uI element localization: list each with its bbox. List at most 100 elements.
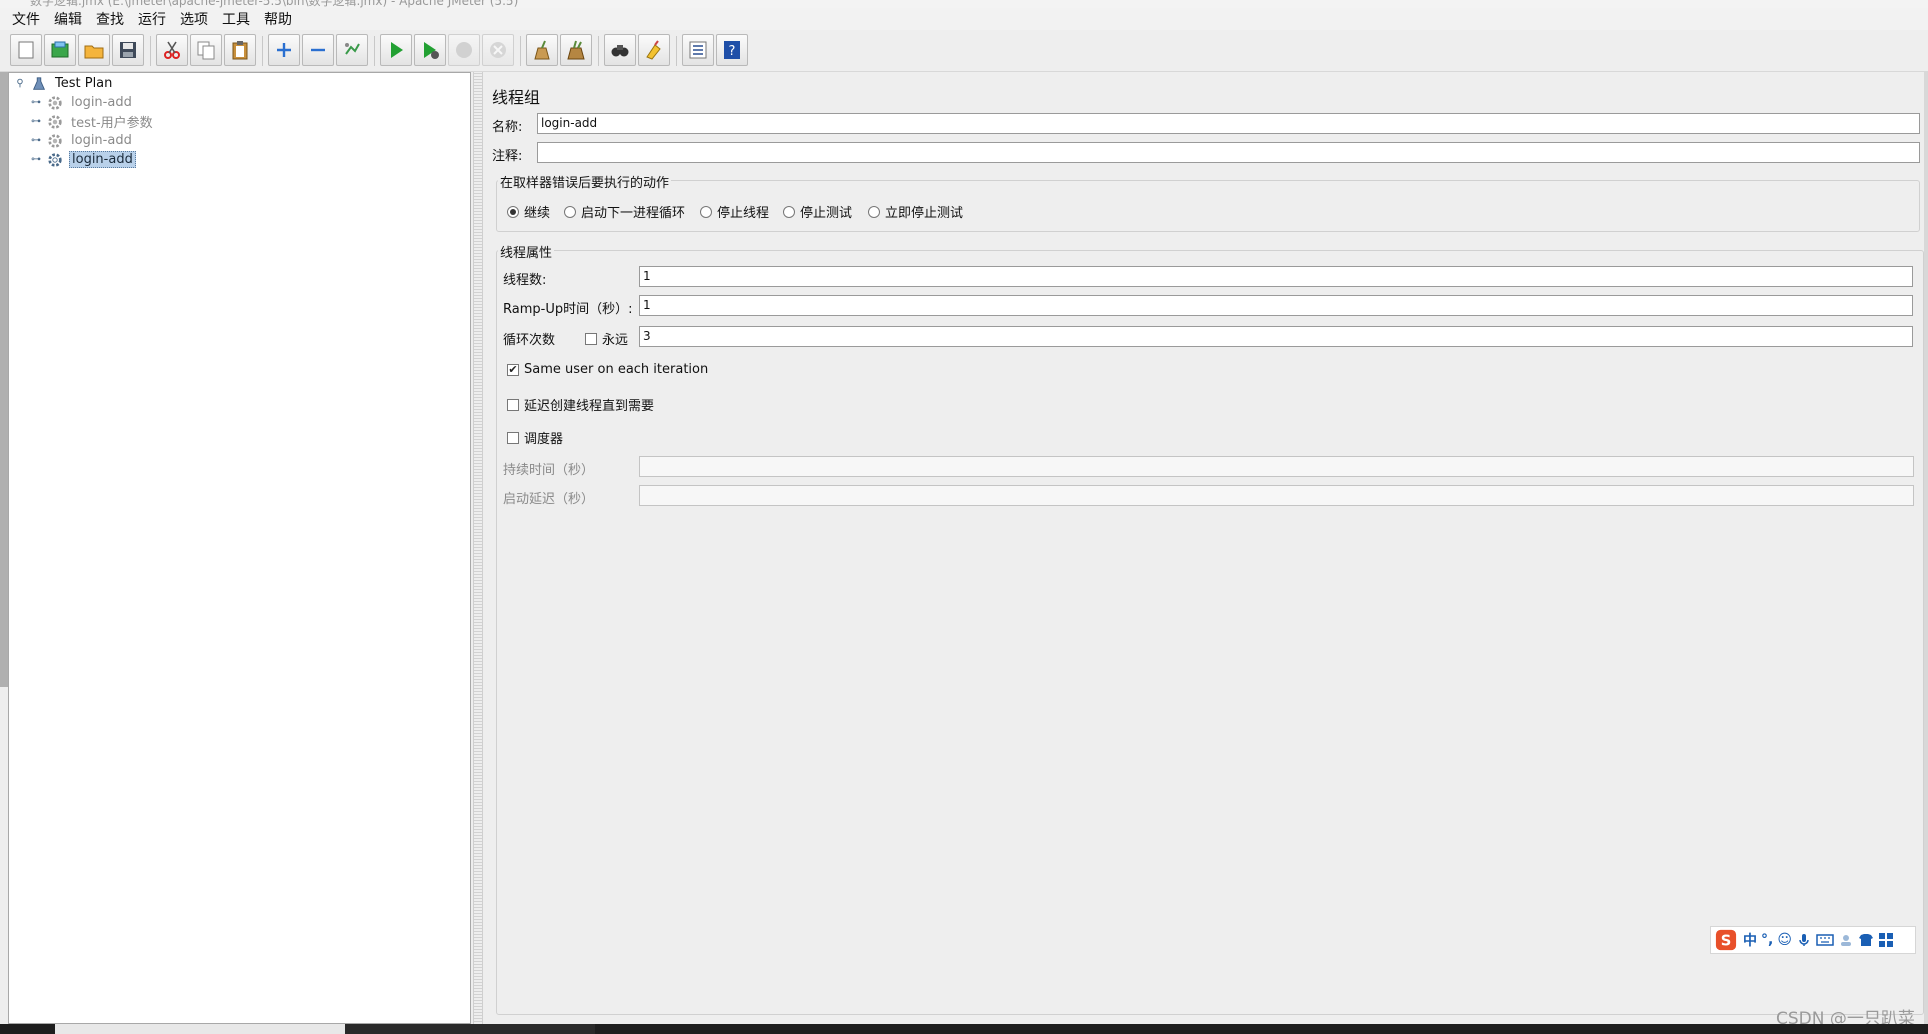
ime-shirt-icon[interactable] [1858, 932, 1874, 948]
tree-collapsed-icon[interactable]: ⊶ [29, 96, 43, 110]
tree-node-thread-group[interactable]: ⊶ test-用户参数 [29, 112, 155, 131]
loop-count-field[interactable]: 3 [639, 326, 1913, 347]
copy-button[interactable] [190, 34, 222, 66]
checkbox-icon [507, 431, 519, 444]
ime-keyboard-icon[interactable] [1816, 933, 1834, 947]
ime-punctuation-icon[interactable]: °, [1761, 932, 1773, 948]
search-icon [611, 45, 629, 57]
clear-all-icon [567, 40, 585, 60]
clear-icon [534, 40, 550, 60]
ime-grid-icon[interactable] [1878, 932, 1894, 948]
radio-icon [700, 205, 712, 218]
new-button[interactable] [10, 34, 42, 66]
menu-help[interactable]: 帮助 [264, 9, 292, 29]
radio-continue[interactable]: 继续 [507, 202, 550, 221]
taskbar-item[interactable] [55, 1024, 345, 1034]
start-button[interactable] [380, 34, 412, 66]
open-icon [84, 45, 104, 59]
tree-node-label: login-add [71, 95, 132, 110]
radio-icon [783, 205, 795, 218]
toggle-icon [345, 43, 360, 55]
checkbox-icon [507, 398, 519, 411]
scheduler-checkbox[interactable]: 调度器 [507, 428, 563, 447]
panel-splitter[interactable] [473, 72, 483, 1024]
toggle-button[interactable] [336, 34, 368, 66]
thread-properties-title: 线程属性 [498, 242, 555, 261]
tree-collapsed-icon[interactable]: ⊶ [29, 115, 43, 129]
menu-search[interactable]: 查找 [96, 9, 124, 29]
tree-expanded-icon[interactable]: ⚲ [13, 77, 27, 91]
rampup-field[interactable]: 1 [639, 295, 1913, 316]
cut-button[interactable] [156, 34, 188, 66]
tree-collapsed-icon[interactable]: ⊶ [29, 134, 43, 148]
menu-edit[interactable]: 编辑 [54, 9, 82, 29]
tree-node-thread-group[interactable]: ⊶ login-add [29, 93, 134, 112]
ime-chinese-mode-icon[interactable]: 中 [1743, 930, 1757, 950]
save-icon [120, 42, 136, 58]
clear-button[interactable] [526, 34, 558, 66]
thread-properties-group [496, 250, 1924, 1015]
menu-bar: 文件 编辑 查找 运行 选项 工具 帮助 [0, 8, 1928, 30]
delay-thread-creation-checkbox[interactable]: 延迟创建线程直到需要 [507, 395, 654, 414]
help-icon: ? [724, 41, 740, 59]
stop-icon [456, 42, 472, 58]
comment-label: 注释: [492, 149, 523, 164]
function-helper-button[interactable] [682, 34, 714, 66]
save-button[interactable] [112, 34, 144, 66]
sogou-logo-icon[interactable]: S [1713, 928, 1739, 952]
templates-button[interactable] [44, 34, 76, 66]
start-no-pause-button[interactable] [414, 34, 446, 66]
threads-field[interactable]: 1 [639, 266, 1913, 287]
menu-file[interactable]: 文件 [12, 9, 40, 29]
same-user-checkbox[interactable]: ✔ Same user on each iteration [507, 362, 708, 377]
toolbar: ? [0, 30, 1928, 72]
radio-stop-thread[interactable]: 停止线程 [700, 202, 769, 221]
window-title-bar: 数字逻辑.jmx (E:\jmeter\apache-jmeter-5.5\bi… [0, 0, 1928, 8]
stop-button[interactable] [448, 34, 480, 66]
menu-run[interactable]: 运行 [138, 9, 166, 29]
forever-checkbox[interactable]: 永远 [585, 329, 628, 348]
tree-node-label: login-add [71, 133, 132, 148]
right-scroll-edge [1924, 72, 1928, 1024]
expand-icon [277, 43, 291, 57]
toolbar-separator [520, 36, 521, 66]
toolbar-separator [150, 36, 151, 66]
tree-node-thread-group[interactable]: ⊶ login-add [29, 131, 134, 150]
clear-all-button[interactable] [560, 34, 592, 66]
tree-collapsed-icon[interactable]: ⊶ [29, 153, 43, 167]
gear-icon [45, 132, 65, 150]
menu-tools[interactable]: 工具 [222, 9, 250, 29]
open-button[interactable] [78, 34, 110, 66]
collapse-button[interactable] [302, 34, 334, 66]
startup-delay-field[interactable] [639, 485, 1914, 506]
tree-node-test-plan[interactable]: ⚲ Test Plan [13, 74, 114, 93]
tree-node-label: login-add [69, 151, 136, 168]
toolbar-separator [598, 36, 599, 66]
search-button[interactable] [604, 34, 636, 66]
shutdown-button[interactable] [482, 34, 514, 66]
ime-skin-icon[interactable] [1838, 932, 1854, 948]
shutdown-icon [490, 42, 506, 58]
tree-node-label: test-用户参数 [71, 116, 153, 131]
radio-stop-test[interactable]: 停止测试 [783, 202, 852, 221]
reset-search-button[interactable] [638, 34, 670, 66]
paste-button[interactable] [224, 34, 256, 66]
duration-label: 持续时间（秒） [503, 463, 595, 478]
comment-field[interactable] [537, 142, 1920, 163]
tree-node-thread-group-selected[interactable]: ⊶ login-add [29, 150, 136, 169]
tree-node-label: Test Plan [55, 76, 113, 91]
ime-toolbar[interactable]: S 中 °, ☺ [1710, 926, 1916, 954]
test-plan-tree[interactable]: ⚲ Test Plan ⊶ login-add ⊶ test-用户参数 ⊶ lo… [8, 72, 471, 1024]
ime-emoji-icon[interactable]: ☺ [1777, 932, 1792, 948]
help-button[interactable]: ? [716, 34, 748, 66]
menu-options[interactable]: 选项 [180, 9, 208, 29]
startup-delay-label: 启动延迟（秒） [503, 492, 595, 507]
expand-button[interactable] [268, 34, 300, 66]
radio-stop-test-now[interactable]: 立即停止测试 [868, 202, 963, 221]
name-field[interactable]: login-add [537, 113, 1920, 134]
ime-mic-icon[interactable] [1796, 932, 1812, 948]
duration-field[interactable] [639, 456, 1914, 477]
radio-start-next-loop[interactable]: 启动下一进程循环 [564, 202, 685, 221]
taskbar-item[interactable] [345, 1024, 595, 1034]
paste-icon [232, 41, 248, 60]
